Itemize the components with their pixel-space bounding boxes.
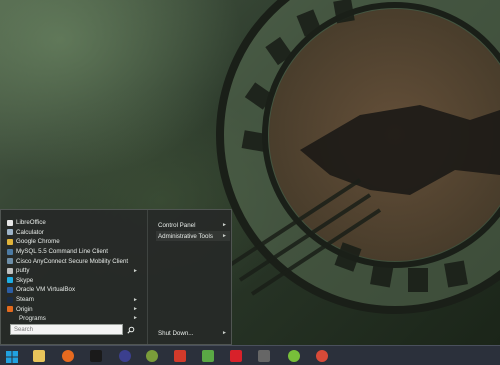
control-panel-button[interactable]: Control Panel ► <box>156 220 230 230</box>
program-item-label: Skype <box>16 276 34 284</box>
search-input[interactable]: Search <box>10 324 123 335</box>
gimp-icon <box>146 350 158 362</box>
eclipse-button[interactable] <box>113 347 137 365</box>
red-app-icon <box>174 350 186 362</box>
chevron-right-icon: ► <box>133 306 138 313</box>
search-placeholder: Search <box>14 326 34 333</box>
program-item[interactable]: Skype <box>5 276 144 286</box>
folder-icon <box>33 350 45 362</box>
shut-down-button[interactable]: Shut Down... ► <box>156 328 230 338</box>
firefox-icon <box>62 350 74 362</box>
mindmap-icon <box>230 350 242 362</box>
program-item[interactable]: MySQL 5.5 Command Line Client <box>5 247 144 257</box>
image-icon <box>202 350 214 362</box>
program-item[interactable]: putty ► <box>5 266 144 276</box>
steam-icon <box>7 296 13 303</box>
chevron-right-icon: ► <box>133 267 138 274</box>
xmind-button[interactable] <box>224 347 248 365</box>
program-item-label: LibreOffice <box>16 219 46 227</box>
program-item-label: Origin <box>16 305 33 313</box>
program-item[interactable]: Calculator <box>5 228 144 238</box>
utorrent-button[interactable] <box>282 347 306 365</box>
start-menu-system-pane: Control Panel ► Administrative Tools ► S… <box>148 210 231 344</box>
cmd-button[interactable] <box>84 347 108 365</box>
chrome-icon <box>316 350 328 362</box>
controller-button[interactable] <box>252 347 276 365</box>
file-explorer-button[interactable] <box>27 347 51 365</box>
program-item[interactable]: Oracle VM VirtualBox <box>5 285 144 295</box>
program-item-label: MySQL 5.5 Command Line Client <box>16 248 108 256</box>
program-item-label: Calculator <box>16 228 44 236</box>
start-button[interactable] <box>0 347 24 365</box>
chevron-right-icon: ► <box>222 222 227 228</box>
libreoffice-icon <box>7 219 13 226</box>
program-item-label: putty <box>16 267 30 275</box>
administrative-tools-button[interactable]: Administrative Tools ► <box>156 231 230 241</box>
image-viewer-button[interactable] <box>196 347 220 365</box>
taskbar <box>0 345 500 365</box>
virtualbox-icon <box>7 286 13 293</box>
program-item[interactable]: Steam ► <box>5 295 144 305</box>
program-item-label: Oracle VM VirtualBox <box>16 286 76 294</box>
all-programs-label: Programs <box>19 314 46 322</box>
search-button[interactable] <box>125 324 136 335</box>
shut-down-label: Shut Down... <box>158 329 194 337</box>
utorrent-icon <box>288 350 300 362</box>
terminal-icon <box>90 350 102 362</box>
calculator-icon <box>7 229 13 236</box>
chrome-icon <box>7 238 13 245</box>
start-menu: LibreOffice Calculator Google Chrome MySQL … <box>0 209 232 345</box>
search-icon <box>126 326 134 334</box>
origin-icon <box>7 306 13 313</box>
chrome-button[interactable] <box>310 347 334 365</box>
program-item[interactable]: Google Chrome <box>5 237 144 247</box>
gimp-button[interactable] <box>140 347 164 365</box>
firefox-button[interactable] <box>56 347 80 365</box>
windows-logo-icon <box>6 350 18 363</box>
putty-icon <box>7 267 13 274</box>
app-red-button[interactable] <box>168 347 192 365</box>
chevron-right-icon: ► <box>133 315 138 321</box>
start-menu-programs-pane: LibreOffice Calculator Google Chrome MySQL … <box>1 210 148 344</box>
mysql-icon <box>7 248 13 255</box>
control-panel-label: Control Panel <box>158 221 196 229</box>
program-item-label: Steam <box>16 296 34 304</box>
chevron-right-icon: ► <box>222 330 227 336</box>
program-list: LibreOffice Calculator Google Chrome MySQL … <box>5 218 144 314</box>
all-programs-button[interactable]: Programs ► <box>5 313 140 323</box>
chevron-right-icon: ► <box>133 296 138 303</box>
administrative-tools-label: Administrative Tools <box>158 232 213 240</box>
program-item-label: Cisco AnyConnect Secure Mobility Client <box>16 257 129 265</box>
chevron-right-icon: ► <box>222 233 227 239</box>
cisco-icon <box>7 258 13 265</box>
program-item[interactable]: Cisco AnyConnect Secure Mobility Client <box>5 256 144 266</box>
skype-icon <box>7 277 13 284</box>
program-item[interactable]: LibreOffice <box>5 218 144 228</box>
eclipse-icon <box>119 350 131 362</box>
program-item-label: Google Chrome <box>16 238 60 246</box>
gamepad-icon <box>258 350 270 362</box>
